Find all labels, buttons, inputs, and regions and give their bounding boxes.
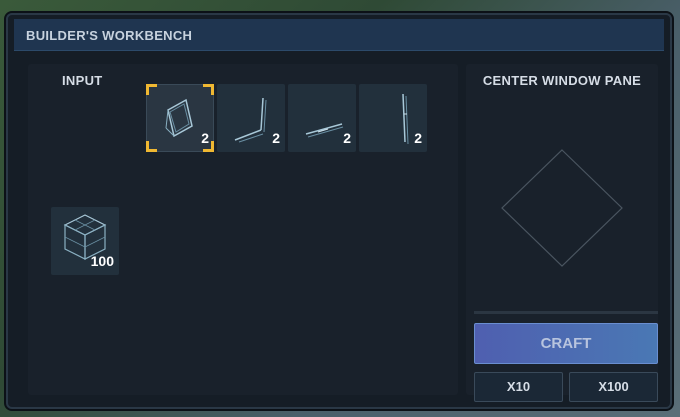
craft-x100-button[interactable]: X100 xyxy=(569,372,658,402)
divider xyxy=(474,311,658,314)
input-slot[interactable]: 100 xyxy=(51,207,119,275)
recipe-slot-3[interactable]: 2 xyxy=(288,84,356,152)
workbench-window: BUILDER'S WORKBENCH INPUT 2 2 2 2 100 CE… xyxy=(6,13,672,409)
window-title: BUILDER'S WORKBENCH xyxy=(26,28,193,43)
craft-x10-button[interactable]: X10 xyxy=(474,372,563,402)
slot-count: 2 xyxy=(272,130,280,146)
craft-button[interactable]: CRAFT xyxy=(474,323,658,364)
diamond-outline-icon xyxy=(501,149,623,267)
preview-panel: CENTER WINDOW PANE CRAFT X10 X100 xyxy=(466,64,658,402)
recipe-slot-1[interactable]: 2 xyxy=(146,84,214,152)
slot-count: 2 xyxy=(414,130,422,146)
preview-title: CENTER WINDOW PANE xyxy=(482,73,642,88)
input-label: INPUT xyxy=(62,73,103,88)
recipe-slot-2[interactable]: 2 xyxy=(217,84,285,152)
title-bar: BUILDER'S WORKBENCH xyxy=(14,19,664,51)
slot-count: 2 xyxy=(201,130,209,146)
slot-count: 100 xyxy=(90,253,114,269)
slot-count: 2 xyxy=(343,130,351,146)
recipe-slot-4[interactable]: 2 xyxy=(359,84,427,152)
recipe-panel: INPUT 2 2 2 2 100 xyxy=(28,64,458,395)
